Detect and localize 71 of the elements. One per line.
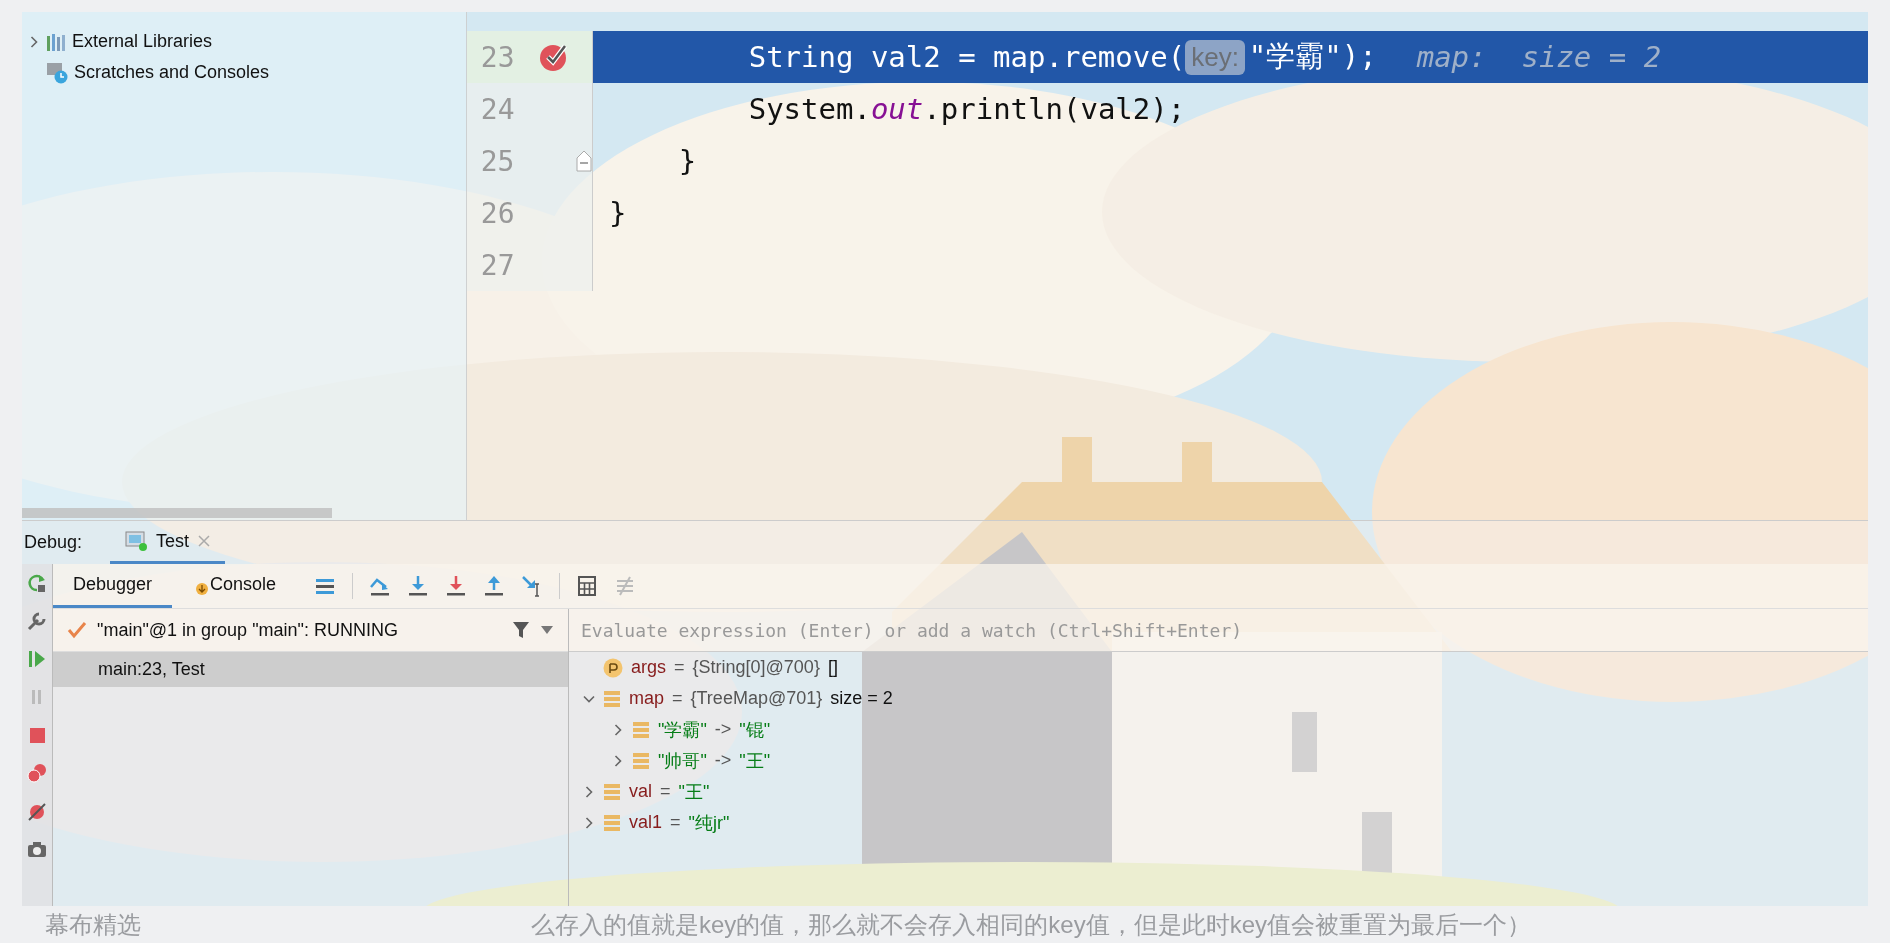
chevron-right-icon[interactable]: [28, 35, 40, 48]
step-into-icon[interactable]: [407, 575, 430, 597]
field-icon: [632, 751, 650, 770]
debug-title: Debug:: [23, 531, 84, 554]
parameter-icon: [603, 657, 623, 678]
line-number: 26: [479, 196, 515, 230]
watch-field[interactable]: Evaluate expression (Enter) or add a watch (Ctrl+Shift+Enter): [569, 609, 1868, 652]
variable-name: "学霸": [658, 718, 707, 742]
separator: =: [660, 781, 671, 802]
inline-debug-value: map: size = 2: [1416, 40, 1662, 74]
console-clock-icon: [46, 61, 68, 84]
rerun-icon[interactable]: [26, 572, 48, 594]
window-icon: [124, 530, 149, 552]
breakpoints-icon[interactable]: [26, 762, 48, 784]
code-text: }: [609, 196, 627, 230]
fold-icon[interactable]: [576, 150, 592, 172]
code-text: }: [677, 144, 697, 178]
field-icon: [603, 689, 621, 708]
breakpoint-icon[interactable]: [539, 42, 570, 72]
stack-frame[interactable]: main:23, Test: [53, 652, 568, 687]
step-out-icon[interactable]: [483, 575, 506, 597]
variable-value: "王": [678, 780, 710, 804]
variable-value: {TreeMap@701}: [690, 688, 823, 709]
variable-name: val1: [629, 812, 663, 833]
chevron-right-icon[interactable]: [583, 785, 595, 798]
variable-name: map: [629, 688, 664, 709]
wrench-icon[interactable]: [26, 610, 48, 632]
calculator-icon[interactable]: [576, 575, 599, 597]
field-icon: [603, 813, 621, 832]
variable-value: "王": [739, 749, 771, 773]
scrollbar[interactable]: [22, 508, 332, 518]
variable-name: "帅哥": [658, 749, 707, 773]
chevron-right-icon[interactable]: [612, 754, 624, 767]
code-text: String val2 = map.remove(: [747, 40, 1186, 74]
field-icon: [632, 720, 650, 739]
variable-name: val: [629, 781, 652, 802]
variable-value: "纯jr": [688, 811, 730, 835]
code-text: out: [870, 92, 924, 126]
download-badge-icon: [196, 583, 209, 595]
variable-name: args: [631, 657, 666, 678]
field-icon: [603, 782, 621, 801]
force-step-into-icon[interactable]: [445, 575, 468, 597]
debugger-tab[interactable]: Console: [176, 564, 297, 608]
separator: ->: [714, 750, 732, 771]
chevron-right-icon[interactable]: [583, 816, 595, 829]
variable-detail: size = 2: [830, 688, 893, 709]
separator: =: [672, 688, 683, 709]
variable-value: {String[0]@700}: [692, 657, 820, 678]
line-number: 23: [479, 40, 515, 74]
page-text: 幕布精选: [45, 909, 141, 940]
check-icon: [67, 621, 87, 639]
line-number: 24: [479, 92, 515, 126]
variable-detail: []: [827, 657, 838, 678]
library-books-icon: [46, 31, 66, 52]
filter-icon[interactable]: [512, 621, 530, 639]
dropdown-caret-icon[interactable]: [540, 625, 554, 635]
line-number: 25: [479, 144, 515, 178]
page-text: 么存入的值就是key的值，那么就不会存入相同的key值，但是此时key值会被重置为最后一个）: [531, 909, 1532, 940]
parameter-hint: key:: [1185, 39, 1245, 75]
code-text: "学霸");: [1248, 38, 1377, 75]
code-text: System.: [747, 92, 871, 126]
line-number: 27: [479, 248, 515, 282]
separator: =: [674, 657, 685, 678]
chevron-right-icon[interactable]: [612, 723, 624, 736]
separator: ->: [714, 719, 732, 740]
variable-value: "锟": [739, 718, 771, 742]
code-text: .println(val2);: [923, 92, 1186, 126]
tree-item[interactable]: Scratches and Consoles: [22, 57, 466, 88]
tree-item[interactable]: External Libraries: [22, 26, 466, 57]
mute-breakpoints-icon[interactable]: [26, 800, 48, 822]
separator: =: [670, 812, 681, 833]
